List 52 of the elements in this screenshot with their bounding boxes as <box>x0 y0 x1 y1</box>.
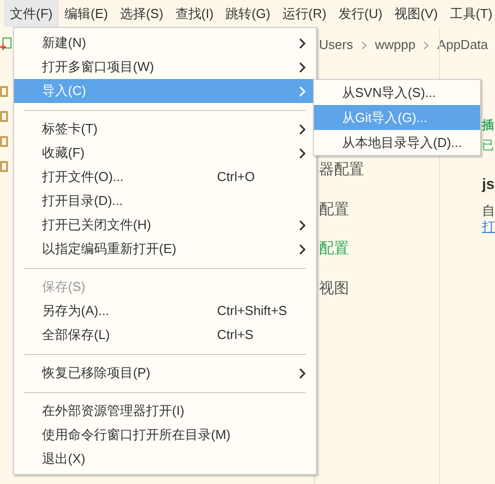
menu-bar-item[interactable]: 工具(T) <box>444 0 495 27</box>
breadcrumb-item[interactable]: Users <box>319 35 353 55</box>
menu-bar-item[interactable]: 选择(S) <box>114 0 170 27</box>
chevron-icon <box>299 62 306 72</box>
menu-item[interactable]: 标签卡(T) <box>14 117 316 141</box>
status-text: 已 <box>482 137 494 153</box>
settings-item[interactable]: 配置 <box>319 198 349 221</box>
menu-item[interactable]: 新建(N) <box>14 31 316 55</box>
folder-icon[interactable] <box>0 161 8 172</box>
chevron-icon <box>299 38 306 48</box>
chevron-icon <box>423 40 430 50</box>
menu-item[interactable]: 打开已关闭文件(H) <box>14 213 316 237</box>
menu-bar-item[interactable]: 编辑(E) <box>58 0 114 27</box>
menu-item[interactable]: 以指定编码重新打开(E) <box>14 237 316 261</box>
menu-bar-item[interactable]: 发行(U) <box>332 0 388 27</box>
chevron-icon <box>299 220 306 230</box>
submenu-item[interactable]: 从SVN导入(S)... <box>314 80 480 105</box>
folder-icon[interactable] <box>0 86 8 97</box>
menu-item[interactable]: 收藏(F) <box>14 141 316 165</box>
submenu-item[interactable]: 从本地目录导入(D)... <box>314 130 480 155</box>
menu-item[interactable]: 打开多窗口项目(W) <box>14 55 316 79</box>
description-text: 自 <box>482 203 495 219</box>
settings-item[interactable]: 视图 <box>319 278 349 300</box>
heading-text: 插 <box>482 117 494 134</box>
menu-bar-item[interactable]: 文件(F) <box>4 0 59 27</box>
menu-item[interactable]: 打开目录(D)... <box>14 189 316 213</box>
menu-bar-item[interactable]: 视图(V) <box>388 0 444 27</box>
settings-item[interactable]: 器配置 <box>319 159 364 182</box>
folder-icon[interactable] <box>0 111 8 122</box>
chevron-icon <box>299 244 306 254</box>
section-title: js <box>482 175 495 195</box>
menu-item[interactable]: 全部保存(L) Ctrl+S <box>14 323 316 347</box>
menu-item[interactable]: 另存为(A)... Ctrl+Shift+S <box>14 299 316 323</box>
menu-item[interactable]: 使用命令行窗口打开所在目录(M) <box>14 423 316 447</box>
menu-item[interactable]: 退出(X) <box>14 447 316 471</box>
menu-bar-item[interactable]: 跳转(G) <box>220 0 276 27</box>
menu-item[interactable]: 在外部资源管理器打开(I) <box>14 399 316 423</box>
chevron-icon <box>360 40 367 50</box>
menu-bar-item[interactable]: 运行(R) <box>276 0 332 27</box>
folder-icon[interactable] <box>0 136 8 147</box>
chevron-icon <box>299 124 306 134</box>
menu-item[interactable]: 打开文件(O)... Ctrl+O <box>14 165 316 189</box>
chevron-icon <box>299 148 306 158</box>
menu-bar-item[interactable]: 查找(I) <box>169 0 220 27</box>
chevron-icon <box>299 368 306 378</box>
breadcrumb-item[interactable]: wwppp <box>374 35 416 55</box>
chevron-icon <box>299 86 306 96</box>
link[interactable]: 打 <box>482 219 495 235</box>
new-file-icon[interactable] <box>0 37 12 51</box>
menu-item[interactable]: 恢复已移除项目(P) <box>14 361 316 385</box>
breadcrumb-item[interactable]: AppData <box>437 35 488 55</box>
menu-item: 保存(S) <box>41 278 86 296</box>
